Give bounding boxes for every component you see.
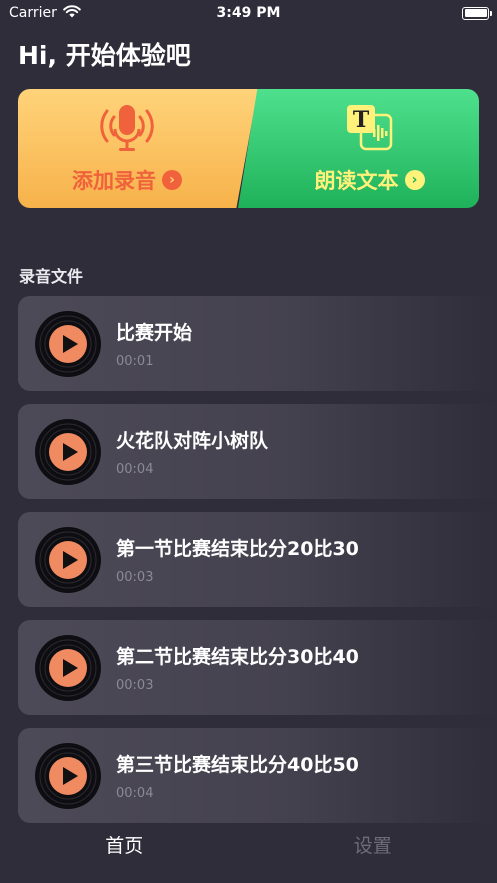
text-to-speech-icon: T [341, 103, 399, 157]
read-text-label: 朗读文本 [314, 168, 399, 193]
recording-title: 比赛开始 [116, 322, 193, 344]
recording-item[interactable]: 火花队对阵小树队 00:04 [18, 404, 497, 499]
recording-title: 第二节比赛结束比分30比40 [116, 646, 359, 668]
play-button-icon[interactable] [35, 310, 101, 377]
greeting-title: Hi, 开始体验吧 [18, 41, 191, 70]
recording-item[interactable]: 第二节比赛结束比分30比40 00:03 [18, 620, 497, 715]
recording-item[interactable]: 第一节比赛结束比分20比30 00:03 [18, 512, 497, 607]
recording-title: 第一节比赛结束比分20比30 [116, 538, 359, 560]
recording-duration: 00:03 [116, 570, 154, 585]
recordings-list: 比赛开始 00:01 火花队对阵小树队 00:04 第一节比赛结束比分20比30… [18, 296, 497, 836]
recording-title: 第三节比赛结束比分40比50 [116, 754, 359, 776]
tab-settings[interactable]: 设置 [249, 831, 497, 858]
chevron-right-icon: › [404, 169, 425, 190]
status-bar: Carrier 3:49 PM [0, 0, 497, 26]
add-recording-button[interactable]: 添加录音 › [18, 89, 258, 208]
svg-text:T: T [352, 107, 369, 133]
recording-duration: 00:01 [116, 354, 154, 369]
play-button-icon[interactable] [35, 742, 101, 809]
battery-icon [462, 6, 492, 20]
play-button-icon[interactable] [35, 418, 101, 485]
recording-duration: 00:04 [116, 462, 154, 477]
chevron-right-icon: › [162, 169, 182, 190]
read-text-button[interactable]: T 朗读文本 › [238, 89, 479, 208]
recording-duration: 00:03 [116, 678, 154, 693]
tab-home[interactable]: 首页 [0, 831, 249, 858]
play-button-icon[interactable] [35, 634, 101, 701]
wifi-icon [63, 4, 81, 22]
add-recording-label: 添加录音 [72, 168, 156, 193]
tab-bar: 首页 设置 [0, 823, 497, 883]
microphone-icon [93, 103, 161, 157]
play-button-icon[interactable] [35, 526, 101, 593]
recordings-section-title: 录音文件 [19, 267, 84, 286]
carrier-label: Carrier [9, 5, 57, 21]
recording-item[interactable]: 比赛开始 00:01 [18, 296, 497, 391]
recording-item[interactable]: 第三节比赛结束比分40比50 00:04 [18, 728, 497, 823]
recording-duration: 00:04 [116, 786, 154, 801]
recording-title: 火花队对阵小树队 [116, 430, 269, 452]
